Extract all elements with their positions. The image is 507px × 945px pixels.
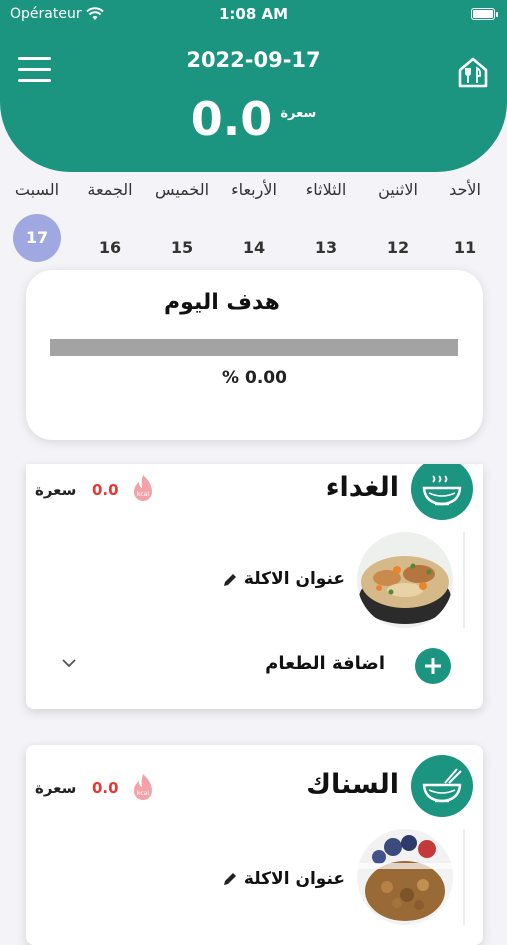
header-date: 2022-09-17 [186, 48, 321, 72]
day-name: الجمعة [87, 180, 133, 199]
day-number: 13 [314, 238, 338, 257]
day-friday[interactable]: الجمعة 16 [74, 180, 146, 272]
add-food-button[interactable] [415, 648, 451, 684]
bowl-icon [411, 755, 473, 817]
chevron-down-icon[interactable] [62, 658, 76, 668]
daily-goal-card: هدف اليوم % 0.00 [26, 270, 483, 440]
meal-card-lunch: الغداء kcal 0.0 سعرة عنوان الاكلة اضافة … [26, 464, 483, 709]
day-sunday[interactable]: الأحد 11 [429, 180, 501, 272]
kcal-flame-icon: kcal [134, 774, 152, 800]
daily-goal-percent: % 0.00 [222, 368, 287, 388]
meal-kcal-unit: سعرة [35, 481, 77, 499]
header-calories-value: 0.0 [190, 92, 273, 146]
home-restaurant-icon[interactable] [456, 55, 490, 89]
day-number: 17 [13, 214, 61, 262]
add-food-label[interactable]: اضافة الطعام [265, 653, 385, 674]
day-monday[interactable]: الاثنين 12 [362, 180, 434, 272]
food-title: عنوان الاكلة [243, 569, 345, 589]
svg-text:kcal: kcal [137, 790, 149, 797]
day-name: الثلاثاء [305, 180, 347, 199]
day-number: 16 [98, 238, 122, 257]
food-divider [463, 532, 465, 628]
meal-kcal-value: 0.0 [92, 481, 119, 499]
edit-pencil-icon[interactable] [222, 871, 238, 887]
battery-icon [471, 8, 498, 20]
day-wednesday[interactable]: الأربعاء 14 [218, 180, 290, 272]
day-number: 15 [170, 238, 194, 257]
add-food-row: اضافة الطعام [26, 646, 483, 686]
day-tuesday[interactable]: الثلاثاء 13 [290, 180, 362, 272]
day-name: الأربعاء [231, 180, 277, 199]
day-number: 11 [453, 238, 477, 257]
meal-kcal-unit: سعرة [35, 779, 77, 797]
day-name: الخميس [154, 180, 210, 199]
day-number: 12 [386, 238, 410, 257]
day-name: السبت [14, 180, 60, 199]
meal-card-snack: السناك kcal 0.0 سعرة عنوان الاكلة [26, 745, 483, 945]
daily-goal-title: هدف اليوم [164, 290, 280, 315]
day-thursday[interactable]: الخميس 15 [146, 180, 218, 272]
day-name: الأحد [449, 180, 481, 199]
meal-title: السناك [306, 769, 399, 800]
food-image-granola[interactable] [357, 829, 453, 925]
app-header: Opérateur 1:08 AM 2022-09-17 سعرة 0.0 [0, 0, 507, 172]
header-calories-unit: سعرة [280, 105, 317, 121]
menu-bar-icon [18, 79, 51, 82]
week-day-selector: الأحد 11 الاثنين 12 الثلاثاء 13 الأربعاء… [0, 180, 507, 270]
daily-goal-progress-bar [50, 339, 458, 356]
day-name: الاثنين [378, 180, 418, 199]
meal-title: الغداء [325, 472, 399, 503]
header-calories: سعرة 0.0 [0, 92, 507, 146]
status-bar: Opérateur 1:08 AM [0, 4, 507, 26]
bowl-icon [411, 464, 473, 520]
svg-text:kcal: kcal [137, 491, 149, 498]
meal-kcal-value: 0.0 [92, 779, 119, 797]
day-number: 14 [242, 238, 266, 257]
edit-pencil-icon[interactable] [222, 572, 238, 588]
status-time: 1:08 AM [218, 5, 289, 23]
food-image-rice[interactable] [357, 532, 453, 628]
food-title: عنوان الاكلة [243, 869, 345, 889]
kcal-flame-icon: kcal [134, 475, 152, 501]
food-divider [463, 829, 465, 925]
day-saturday-selected[interactable]: السبت 17 [1, 180, 73, 262]
